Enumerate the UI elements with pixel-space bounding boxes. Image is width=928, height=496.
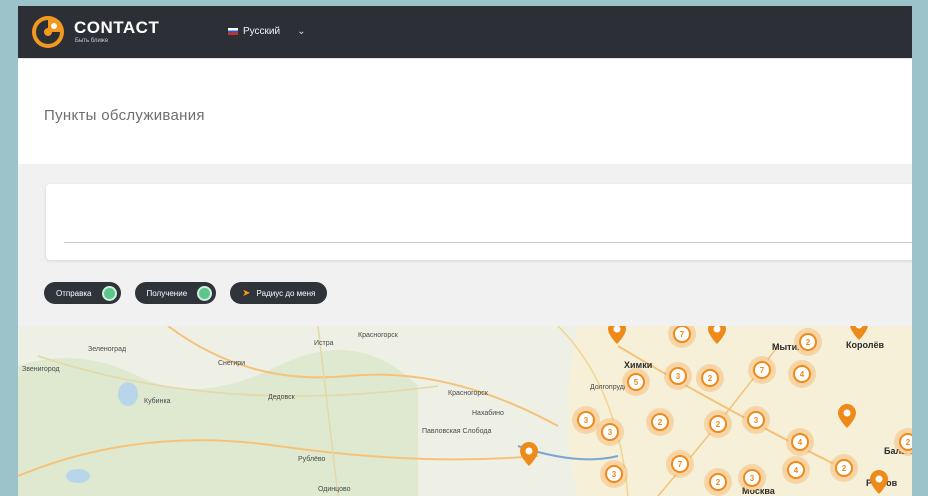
brand-name[interactable]: CONTACT [74, 18, 159, 38]
filter-send-label: Отправка [56, 288, 92, 298]
cluster-marker[interactable]: 7 [668, 452, 692, 476]
page-title: Пункты обслуживания [44, 107, 205, 124]
location-pin-icon[interactable] [520, 442, 538, 466]
map-label: Королёв [846, 340, 885, 350]
top-navbar: CONTACT Быть ближе Русский ⌄ [18, 6, 912, 58]
map-label: Павловская Слобода [422, 428, 492, 435]
map-label: Красногорск [358, 332, 398, 339]
language-label: Русский [243, 26, 281, 37]
filter-receive-label: Получение [146, 288, 188, 298]
title-section: Пункты обслуживания [18, 58, 912, 164]
location-pin-icon[interactable] [708, 326, 726, 344]
map-label: Снегири [218, 360, 246, 367]
cluster-marker[interactable]: 4 [788, 430, 812, 454]
map-label: Рублёво [298, 456, 326, 463]
map-label: Дедовск [268, 394, 295, 401]
location-arrow-icon: ➤ [242, 287, 251, 299]
map-label: Звенигород [22, 366, 60, 373]
map-label: Химки [624, 360, 653, 370]
location-pin-icon[interactable] [838, 404, 856, 428]
filter-bar: Отправка Получение ➤ Радиус до меня [44, 282, 328, 304]
cluster-marker[interactable]: 3 [602, 462, 626, 486]
toggle-on-icon [197, 285, 213, 301]
filter-send-toggle[interactable]: Отправка [44, 282, 121, 304]
app-window: CONTACT Быть ближе Русский ⌄ Пункты обсл… [18, 6, 912, 496]
cluster-marker[interactable]: 3 [598, 420, 622, 444]
russian-flag-icon [228, 28, 238, 35]
cluster-marker[interactable]: 3 [744, 408, 768, 432]
contact-logo-icon[interactable] [30, 14, 66, 50]
cluster-marker[interactable]: 5 [624, 370, 648, 394]
chevron-down-icon: ⌄ [297, 26, 306, 37]
cluster-marker[interactable]: 2 [698, 366, 722, 390]
cluster-marker[interactable]: 4 [784, 458, 808, 482]
cluster-marker[interactable]: 2 [832, 456, 856, 480]
cluster-marker[interactable]: 7 [750, 358, 774, 382]
radius-near-me-button[interactable]: ➤ Радиус до меня [230, 282, 328, 304]
map-label: Истра [314, 340, 334, 347]
radius-label: Радиус до меня [256, 288, 316, 298]
map-label: Красногорск [448, 390, 488, 397]
location-pin-icon[interactable] [850, 326, 868, 340]
search-section: Отправка Получение ➤ Радиус до меня [18, 164, 912, 326]
search-card [46, 184, 912, 260]
map-label: Одинцово [318, 486, 351, 493]
filter-receive-toggle[interactable]: Получение [134, 282, 217, 304]
search-input[interactable] [64, 242, 912, 243]
language-selector[interactable]: Русский ⌄ [228, 26, 306, 37]
cluster-marker[interactable]: 2 [648, 410, 672, 434]
map-label: Нахабино [472, 410, 504, 417]
map-label: Кубинка [144, 398, 171, 405]
location-pin-icon[interactable] [608, 326, 626, 344]
cluster-marker[interactable]: 2 [706, 470, 730, 494]
brand-slogan: Быть ближе [75, 38, 109, 44]
toggle-on-icon [101, 285, 117, 301]
cluster-marker[interactable]: 2 [706, 412, 730, 436]
cluster-marker[interactable]: 2 [796, 330, 820, 354]
cluster-marker[interactable]: 3 [740, 466, 764, 490]
location-pin-icon[interactable] [870, 470, 888, 494]
cluster-marker[interactable]: 4 [790, 362, 814, 386]
cluster-marker[interactable]: 3 [574, 408, 598, 432]
cluster-marker[interactable]: 3 [666, 364, 690, 388]
map-label: Зеленоград [88, 346, 127, 353]
service-points-map[interactable]: Истра Красногорск Химки Мытищи Королёв Д… [18, 326, 912, 496]
